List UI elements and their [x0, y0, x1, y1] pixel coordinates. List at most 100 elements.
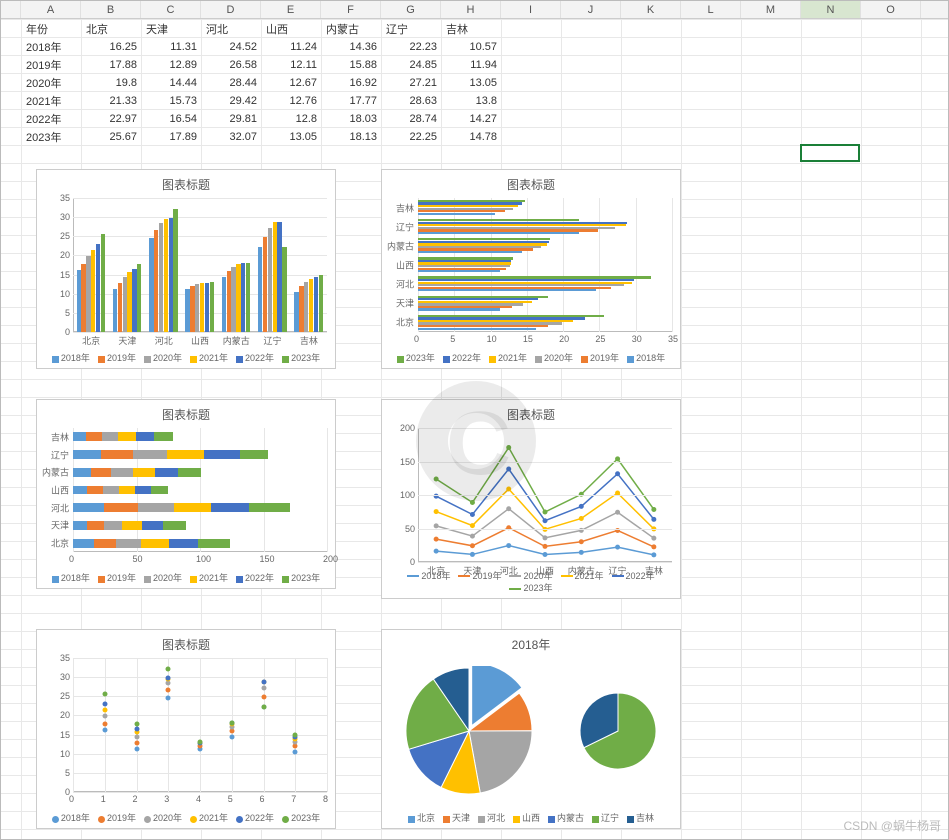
- bar-segment[interactable]: [142, 521, 163, 530]
- table-cell[interactable]: 26.58: [202, 56, 262, 74]
- bar-segment[interactable]: [154, 432, 173, 441]
- scatter-point[interactable]: [102, 708, 107, 713]
- table-header-cell[interactable]: 辽宁: [382, 20, 442, 38]
- data-table[interactable]: 年份北京天津河北山西内蒙古辽宁吉林2018年16.2511.3124.5211.…: [21, 19, 502, 146]
- table-cell[interactable]: 11.94: [442, 56, 502, 74]
- scatter-point[interactable]: [198, 740, 203, 745]
- table-cell[interactable]: 10.57: [442, 38, 502, 56]
- bar[interactable]: [241, 263, 245, 332]
- table-cell[interactable]: 28.74: [382, 110, 442, 128]
- table-header-cell[interactable]: 山西: [262, 20, 322, 38]
- table-cell[interactable]: 2023年: [22, 128, 82, 146]
- bar[interactable]: [277, 222, 281, 332]
- bar[interactable]: [91, 250, 95, 332]
- bar[interactable]: [309, 279, 313, 332]
- bar[interactable]: [418, 251, 522, 253]
- table-cell[interactable]: 11.24: [262, 38, 322, 56]
- bar-segment[interactable]: [141, 539, 168, 548]
- column-header[interactable]: I: [501, 1, 561, 18]
- bar[interactable]: [149, 238, 153, 332]
- chart-bar-stacked[interactable]: 图表标题 050100150200吉林辽宁内蒙古山西河北天津北京 2018年20…: [36, 399, 336, 589]
- bar[interactable]: [195, 284, 199, 333]
- table-cell[interactable]: 19.8: [82, 74, 142, 92]
- bar[interactable]: [210, 282, 214, 332]
- table-cell[interactable]: 12.89: [142, 56, 202, 74]
- scatter-point[interactable]: [293, 744, 298, 749]
- table-cell[interactable]: 15.73: [142, 92, 202, 110]
- bar[interactable]: [418, 308, 500, 310]
- table-cell[interactable]: 25.67: [82, 128, 142, 146]
- scatter-point[interactable]: [293, 749, 298, 754]
- bar-segment[interactable]: [155, 468, 178, 477]
- table-cell[interactable]: 12.76: [262, 92, 322, 110]
- bar-segment[interactable]: [104, 503, 138, 512]
- table-header-cell[interactable]: 北京: [82, 20, 142, 38]
- table-cell[interactable]: 12.8: [262, 110, 322, 128]
- bar[interactable]: [185, 289, 189, 332]
- table-cell[interactable]: 12.67: [262, 74, 322, 92]
- bar-segment[interactable]: [73, 468, 91, 477]
- table-cell[interactable]: 29.81: [202, 110, 262, 128]
- bar[interactable]: [113, 289, 117, 332]
- column-header[interactable]: B: [81, 1, 141, 18]
- table-cell[interactable]: 18.03: [322, 110, 382, 128]
- table-cell[interactable]: 11.31: [142, 38, 202, 56]
- bar[interactable]: [200, 283, 204, 332]
- bar-segment[interactable]: [119, 486, 135, 495]
- table-cell[interactable]: 18.13: [322, 128, 382, 146]
- bar[interactable]: [418, 213, 495, 215]
- bar[interactable]: [314, 277, 318, 332]
- chart-pie[interactable]: 2018年 北京天津河北山西内蒙古辽宁吉林: [381, 629, 681, 829]
- scatter-point[interactable]: [134, 726, 139, 731]
- bar[interactable]: [299, 286, 303, 332]
- bar[interactable]: [273, 222, 277, 332]
- bar-segment[interactable]: [133, 468, 156, 477]
- bar[interactable]: [304, 282, 308, 332]
- column-header[interactable]: N: [801, 1, 861, 18]
- table-cell[interactable]: 24.85: [382, 56, 442, 74]
- chart-bar-horizontal[interactable]: 图表标题 05101520253035吉林辽宁内蒙古山西河北天津北京 2023年…: [381, 169, 681, 369]
- table-cell[interactable]: 14.27: [442, 110, 502, 128]
- bar[interactable]: [173, 209, 177, 332]
- table-cell[interactable]: 17.89: [142, 128, 202, 146]
- table-cell[interactable]: 16.92: [322, 74, 382, 92]
- bar[interactable]: [222, 277, 226, 332]
- bar[interactable]: [77, 270, 81, 332]
- bar-segment[interactable]: [133, 450, 168, 459]
- scatter-point[interactable]: [134, 734, 139, 739]
- bar-segment[interactable]: [118, 432, 136, 441]
- bar[interactable]: [101, 234, 105, 332]
- table-cell[interactable]: 22.25: [382, 128, 442, 146]
- bar-segment[interactable]: [73, 539, 94, 548]
- scatter-point[interactable]: [229, 720, 234, 725]
- bar-segment[interactable]: [211, 503, 249, 512]
- column-header[interactable]: O: [861, 1, 921, 18]
- table-cell[interactable]: 15.88: [322, 56, 382, 74]
- scatter-point[interactable]: [261, 685, 266, 690]
- bar-segment[interactable]: [73, 450, 101, 459]
- bar-segment[interactable]: [102, 432, 119, 441]
- table-cell[interactable]: 13.05: [442, 74, 502, 92]
- bar-segment[interactable]: [73, 503, 104, 512]
- bar[interactable]: [319, 275, 323, 332]
- scatter-point[interactable]: [261, 694, 266, 699]
- table-cell[interactable]: 16.54: [142, 110, 202, 128]
- grid-area[interactable]: 年份北京天津河北山西内蒙古辽宁吉林2018年16.2511.3124.5211.…: [1, 19, 948, 839]
- bar-segment[interactable]: [167, 450, 203, 459]
- scatter-point[interactable]: [134, 746, 139, 751]
- column-header[interactable]: E: [261, 1, 321, 18]
- bar-segment[interactable]: [104, 521, 122, 530]
- table-cell[interactable]: 22.97: [82, 110, 142, 128]
- chart-bar-vertical[interactable]: 图表标题 05101520253035北京天津河北山西内蒙古辽宁吉林 2018年…: [36, 169, 336, 369]
- table-cell[interactable]: 28.44: [202, 74, 262, 92]
- table-cell[interactable]: 29.42: [202, 92, 262, 110]
- column-header[interactable]: H: [441, 1, 501, 18]
- scatter-point[interactable]: [166, 675, 171, 680]
- table-header-cell[interactable]: 内蒙古: [322, 20, 382, 38]
- bar[interactable]: [294, 292, 298, 332]
- bar[interactable]: [96, 244, 100, 332]
- bar[interactable]: [268, 228, 272, 332]
- column-header[interactable]: K: [621, 1, 681, 18]
- chart-scatter[interactable]: 图表标题 05101520253035012345678 2018年2019年2…: [36, 629, 336, 829]
- table-cell[interactable]: 16.25: [82, 38, 142, 56]
